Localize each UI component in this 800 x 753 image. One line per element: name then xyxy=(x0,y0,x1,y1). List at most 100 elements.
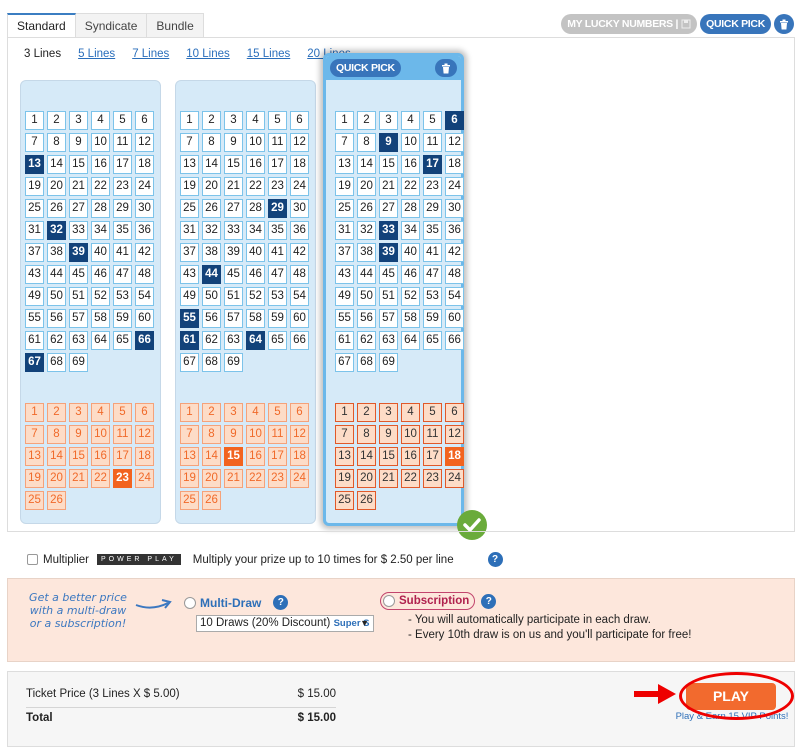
powerball-number-8[interactable]: 8 xyxy=(202,425,221,444)
main-number-39[interactable]: 39 xyxy=(379,243,398,262)
main-number-38[interactable]: 38 xyxy=(47,243,66,262)
main-number-29[interactable]: 29 xyxy=(113,199,132,218)
powerball-number-9[interactable]: 9 xyxy=(379,425,398,444)
main-number-60[interactable]: 60 xyxy=(135,309,154,328)
powerball-number-5[interactable]: 5 xyxy=(268,403,287,422)
powerball-number-9[interactable]: 9 xyxy=(224,425,243,444)
main-number-46[interactable]: 46 xyxy=(246,265,265,284)
main-number-39[interactable]: 39 xyxy=(69,243,88,262)
main-number-42[interactable]: 42 xyxy=(290,243,309,262)
multi-draw-select[interactable]: 10 Draws (20% Discount) Super S ▼ xyxy=(196,615,374,632)
powerball-number-18[interactable]: 18 xyxy=(445,447,464,466)
powerball-number-7[interactable]: 7 xyxy=(335,425,354,444)
multiplier-help-icon[interactable]: ? xyxy=(487,552,503,567)
main-number-25[interactable]: 25 xyxy=(335,199,354,218)
main-number-34[interactable]: 34 xyxy=(246,221,265,240)
main-number-35[interactable]: 35 xyxy=(423,221,442,240)
main-number-9[interactable]: 9 xyxy=(69,133,88,152)
main-number-35[interactable]: 35 xyxy=(113,221,132,240)
main-number-6[interactable]: 6 xyxy=(290,111,309,130)
main-number-53[interactable]: 53 xyxy=(113,287,132,306)
main-number-19[interactable]: 19 xyxy=(335,177,354,196)
main-number-36[interactable]: 36 xyxy=(445,221,464,240)
powerball-number-23[interactable]: 23 xyxy=(423,469,442,488)
main-number-43[interactable]: 43 xyxy=(25,265,44,284)
main-number-22[interactable]: 22 xyxy=(91,177,110,196)
powerball-number-5[interactable]: 5 xyxy=(423,403,442,422)
main-number-62[interactable]: 62 xyxy=(357,331,376,350)
powerball-number-14[interactable]: 14 xyxy=(357,447,376,466)
lines-option-10[interactable]: 10 Lines xyxy=(186,48,229,60)
main-number-46[interactable]: 46 xyxy=(401,265,420,284)
main-number-63[interactable]: 63 xyxy=(224,331,243,350)
main-number-7[interactable]: 7 xyxy=(25,133,44,152)
subscription-radio[interactable] xyxy=(383,595,395,607)
main-number-23[interactable]: 23 xyxy=(268,177,287,196)
powerball-number-26[interactable]: 26 xyxy=(47,491,66,510)
powerball-number-20[interactable]: 20 xyxy=(357,469,376,488)
quick-pick-all-button[interactable]: QUICK PICK xyxy=(700,14,771,34)
main-number-37[interactable]: 37 xyxy=(25,243,44,262)
main-number-62[interactable]: 62 xyxy=(202,331,221,350)
main-number-61[interactable]: 61 xyxy=(180,331,199,350)
powerball-number-22[interactable]: 22 xyxy=(401,469,420,488)
main-number-8[interactable]: 8 xyxy=(202,133,221,152)
main-number-40[interactable]: 40 xyxy=(401,243,420,262)
main-number-38[interactable]: 38 xyxy=(357,243,376,262)
main-number-33[interactable]: 33 xyxy=(69,221,88,240)
main-number-15[interactable]: 15 xyxy=(69,155,88,174)
main-number-40[interactable]: 40 xyxy=(91,243,110,262)
powerball-number-3[interactable]: 3 xyxy=(379,403,398,422)
main-number-32[interactable]: 32 xyxy=(202,221,221,240)
powerball-number-7[interactable]: 7 xyxy=(25,425,44,444)
main-number-21[interactable]: 21 xyxy=(379,177,398,196)
powerball-number-20[interactable]: 20 xyxy=(47,469,66,488)
powerball-number-22[interactable]: 22 xyxy=(246,469,265,488)
powerball-number-11[interactable]: 11 xyxy=(423,425,442,444)
main-number-17[interactable]: 17 xyxy=(423,155,442,174)
powerball-number-1[interactable]: 1 xyxy=(180,403,199,422)
play-button[interactable]: PLAY xyxy=(686,683,776,710)
powerball-number-23[interactable]: 23 xyxy=(268,469,287,488)
my-lucky-numbers-button[interactable]: MY LUCKY NUMBERS | xyxy=(561,14,698,34)
main-number-52[interactable]: 52 xyxy=(401,287,420,306)
tab-syndicate[interactable]: Syndicate xyxy=(75,13,148,38)
powerball-number-23[interactable]: 23 xyxy=(113,469,132,488)
main-number-26[interactable]: 26 xyxy=(47,199,66,218)
powerball-number-4[interactable]: 4 xyxy=(91,403,110,422)
main-number-40[interactable]: 40 xyxy=(246,243,265,262)
main-number-31[interactable]: 31 xyxy=(335,221,354,240)
main-number-28[interactable]: 28 xyxy=(91,199,110,218)
main-number-28[interactable]: 28 xyxy=(401,199,420,218)
main-number-18[interactable]: 18 xyxy=(445,155,464,174)
main-number-19[interactable]: 19 xyxy=(25,177,44,196)
main-number-10[interactable]: 10 xyxy=(91,133,110,152)
main-number-3[interactable]: 3 xyxy=(224,111,243,130)
main-number-68[interactable]: 68 xyxy=(202,353,221,372)
powerball-number-13[interactable]: 13 xyxy=(25,447,44,466)
main-number-45[interactable]: 45 xyxy=(69,265,88,284)
powerball-number-9[interactable]: 9 xyxy=(69,425,88,444)
main-number-12[interactable]: 12 xyxy=(135,133,154,152)
main-number-56[interactable]: 56 xyxy=(47,309,66,328)
main-number-38[interactable]: 38 xyxy=(202,243,221,262)
main-number-59[interactable]: 59 xyxy=(423,309,442,328)
powerball-number-25[interactable]: 25 xyxy=(335,491,354,510)
main-number-25[interactable]: 25 xyxy=(180,199,199,218)
main-number-49[interactable]: 49 xyxy=(335,287,354,306)
powerball-number-16[interactable]: 16 xyxy=(91,447,110,466)
main-number-23[interactable]: 23 xyxy=(113,177,132,196)
main-number-60[interactable]: 60 xyxy=(290,309,309,328)
main-number-16[interactable]: 16 xyxy=(246,155,265,174)
main-number-15[interactable]: 15 xyxy=(379,155,398,174)
main-number-47[interactable]: 47 xyxy=(423,265,442,284)
powerball-number-15[interactable]: 15 xyxy=(69,447,88,466)
main-number-42[interactable]: 42 xyxy=(445,243,464,262)
main-number-44[interactable]: 44 xyxy=(357,265,376,284)
powerball-number-8[interactable]: 8 xyxy=(357,425,376,444)
card-quick-pick-button[interactable]: QUICK PICK xyxy=(330,59,401,77)
main-number-6[interactable]: 6 xyxy=(445,111,464,130)
main-number-46[interactable]: 46 xyxy=(91,265,110,284)
main-number-67[interactable]: 67 xyxy=(25,353,44,372)
powerball-number-6[interactable]: 6 xyxy=(135,403,154,422)
